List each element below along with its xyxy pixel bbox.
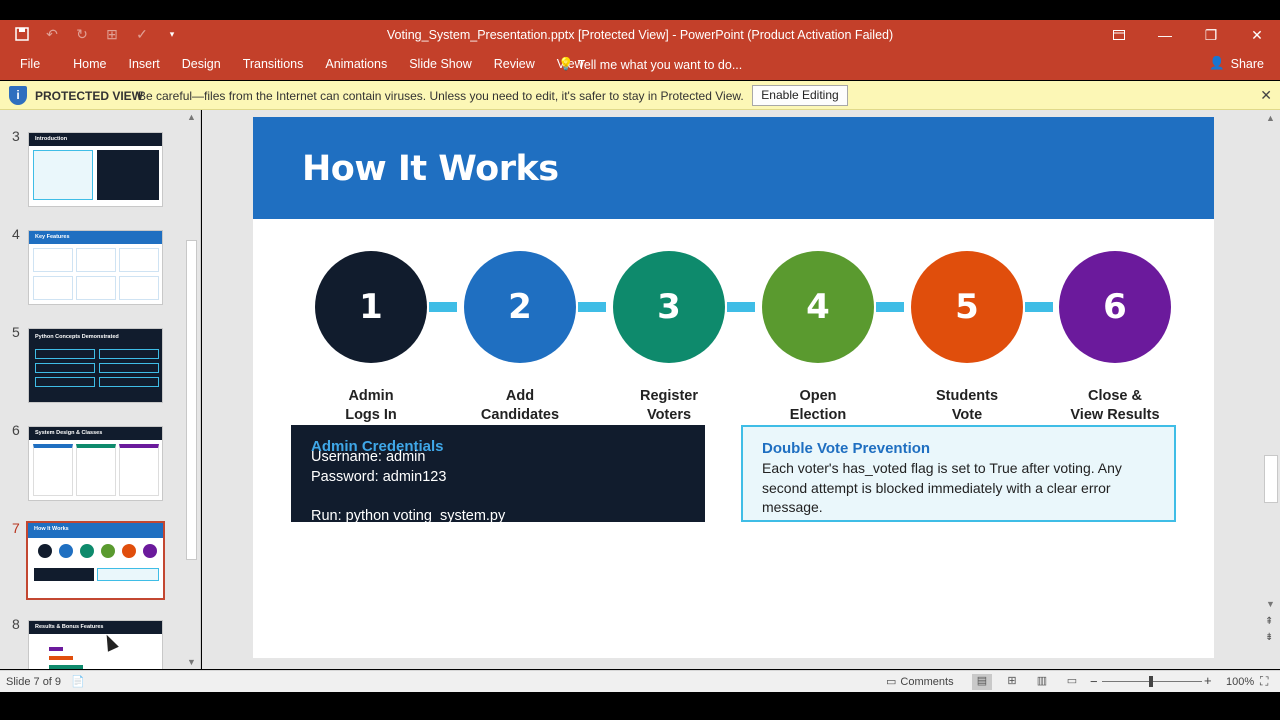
close-icon[interactable]: ✕ xyxy=(1234,20,1280,50)
previous-slide-icon[interactable]: ⇞ xyxy=(1265,616,1273,627)
thumbnail-title: How It Works xyxy=(34,526,69,532)
slide-thumbnail-4[interactable]: Key Features xyxy=(28,230,163,305)
thumbnail-title: Results & Bonus Features xyxy=(35,624,104,630)
slide-thumbnail-pane: 3 Introduction 4 Key Features 5 Python C… xyxy=(0,110,201,669)
tell-me-text: Tell me what you want to do... xyxy=(577,57,743,72)
scroll-down-icon[interactable]: ▼ xyxy=(187,657,196,667)
restore-icon[interactable]: ❐ xyxy=(1188,20,1234,50)
scrollbar-thumb[interactable] xyxy=(186,240,197,560)
normal-view-icon[interactable]: ▤ xyxy=(972,674,992,690)
slide-thumbnail-5[interactable]: Python Concepts Demonstrated xyxy=(28,328,163,403)
scroll-up-icon[interactable]: ▲ xyxy=(187,112,196,122)
tell-me-box[interactable]: 💡 Tell me what you want to do... xyxy=(558,57,742,72)
thumbnail-number: 7 xyxy=(12,520,20,536)
admin-credentials-box: Admin Credentials Username: admin Passwo… xyxy=(291,425,705,524)
thumbnail-scrollbar[interactable]: ▲ ▼ xyxy=(183,110,200,669)
credentials-username: Username: admin xyxy=(311,449,426,465)
thumbnail-number: 3 xyxy=(12,128,20,144)
thumbnail-number: 5 xyxy=(12,324,20,340)
slide-scrollbar[interactable]: ▲ ▼ ⇞ ⇟ xyxy=(1261,110,1280,669)
step-connector xyxy=(727,302,755,312)
ribbon: File Home Insert Design Transitions Anim… xyxy=(0,50,1280,80)
zoom-level[interactable]: 100% xyxy=(1226,676,1254,688)
scroll-down-icon[interactable]: ▼ xyxy=(1266,599,1275,609)
thumbnail-number: 4 xyxy=(12,226,20,242)
tab-slide-show[interactable]: Slide Show xyxy=(409,57,472,71)
tab-home[interactable]: Home xyxy=(73,57,106,71)
double-vote-text: Each voter's has_voted flag is set to Tr… xyxy=(762,460,1122,515)
tab-design[interactable]: Design xyxy=(182,57,221,71)
shield-icon: i xyxy=(9,86,27,105)
step-circle: 3 xyxy=(613,251,725,363)
double-vote-title: Double Vote Prevention xyxy=(762,440,931,457)
step-connector xyxy=(578,302,606,312)
thumbnail-number: 6 xyxy=(12,422,20,438)
slide-header-band: How It Works xyxy=(253,117,1214,219)
thumbnail-title: Python Concepts Demonstrated xyxy=(35,334,119,340)
slide-thumbnail-6[interactable]: System Design & Classes xyxy=(28,426,163,501)
thumbnail-title: Key Features xyxy=(35,234,70,240)
slide-thumbnail-8[interactable]: Results & Bonus Features xyxy=(28,620,163,669)
slide-canvas[interactable]: How It Works 1 2 3 4 5 6 Admin Logs In Ad… xyxy=(253,117,1214,658)
lightbulb-icon: 💡 xyxy=(558,57,574,71)
zoom-slider-handle[interactable] xyxy=(1149,676,1153,687)
double-vote-box: Double Vote Prevention Each voter's has_… xyxy=(741,425,1176,522)
fit-to-window-icon[interactable]: ⛶ xyxy=(1260,674,1268,689)
step-label: Add Candidates xyxy=(480,388,560,423)
minimize-icon[interactable]: — xyxy=(1142,20,1188,50)
step-connector xyxy=(1025,302,1053,312)
slide-thumbnail-7[interactable]: How It Works xyxy=(26,521,165,600)
tab-insert[interactable]: Insert xyxy=(129,57,160,71)
step-circle: 4 xyxy=(762,251,874,363)
reading-view-icon[interactable]: ▥ xyxy=(1032,674,1052,690)
tab-review[interactable]: Review xyxy=(494,57,535,71)
slide-editing-area: How It Works 1 2 3 4 5 6 Admin Logs In Ad… xyxy=(202,110,1261,669)
step-circle: 5 xyxy=(911,251,1023,363)
thumbnail-number: 8 xyxy=(12,616,20,632)
step-label: Open Election xyxy=(789,388,847,423)
comments-label: Comments xyxy=(900,675,954,688)
thumbnail-title: Introduction xyxy=(35,136,68,142)
credentials-run-command: Run: python voting_system.py xyxy=(311,508,506,524)
step-circle: 1 xyxy=(315,251,427,363)
slide-sorter-icon[interactable]: ⊞ xyxy=(1002,674,1022,690)
slide-title: How It Works xyxy=(302,149,559,189)
thumbnail-title: System Design & Classes xyxy=(35,430,103,436)
step-circle: 6 xyxy=(1059,251,1171,363)
title-bar: ↶ ↻ ⊞ ✓ ▾ Voting_System_Presentation.ppt… xyxy=(0,20,1280,50)
step-label: Admin Logs In xyxy=(345,388,397,423)
spelling-check-icon[interactable]: 📄 xyxy=(71,675,85,688)
comments-button[interactable]: ▭ Comments xyxy=(886,675,954,689)
status-bar: Slide 7 of 9 📄 ▭ Comments ▤ ⊞ ▥ ▭ − + 10… xyxy=(0,670,1280,692)
slide-thumbnail-3[interactable]: Introduction xyxy=(28,132,163,207)
step-connector xyxy=(429,302,457,312)
scroll-up-icon[interactable]: ▲ xyxy=(1266,113,1275,123)
close-icon[interactable]: ✕ xyxy=(1260,87,1272,104)
person-icon: 👤 xyxy=(1209,56,1225,70)
window-title: Voting_System_Presentation.pptx [Protect… xyxy=(386,28,894,42)
step-label: Close & View Results xyxy=(1070,388,1160,423)
next-slide-icon[interactable]: ⇟ xyxy=(1265,632,1273,643)
zoom-out-icon[interactable]: − xyxy=(1090,674,1098,689)
tab-transitions[interactable]: Transitions xyxy=(243,57,304,71)
comment-icon: ▭ xyxy=(886,676,897,688)
credentials-password: Password: admin123 xyxy=(311,469,447,485)
slide-counter: Slide 7 of 9 xyxy=(6,676,62,688)
scrollbar-thumb[interactable] xyxy=(1264,455,1278,503)
step-connector xyxy=(876,302,904,312)
step-circle: 2 xyxy=(464,251,576,363)
share-label: Share xyxy=(1230,56,1264,71)
share-button[interactable]: 👤 Share xyxy=(1209,56,1264,71)
slide-show-icon[interactable]: ▭ xyxy=(1062,674,1082,690)
ribbon-display-icon[interactable] xyxy=(1096,20,1142,50)
tab-animations[interactable]: Animations xyxy=(325,57,387,71)
tab-file[interactable]: File xyxy=(20,57,40,71)
protected-view-bar: i PROTECTED VIEW Be careful—files from t… xyxy=(0,81,1280,110)
protected-view-message: Be careful—files from the Internet can c… xyxy=(138,89,744,103)
zoom-in-icon[interactable]: + xyxy=(1204,673,1212,688)
enable-editing-button[interactable]: Enable Editing xyxy=(752,85,848,106)
step-label: Students Vote xyxy=(935,388,999,423)
step-label: Register Voters xyxy=(639,388,699,423)
protected-view-label: PROTECTED VIEW xyxy=(35,89,144,103)
